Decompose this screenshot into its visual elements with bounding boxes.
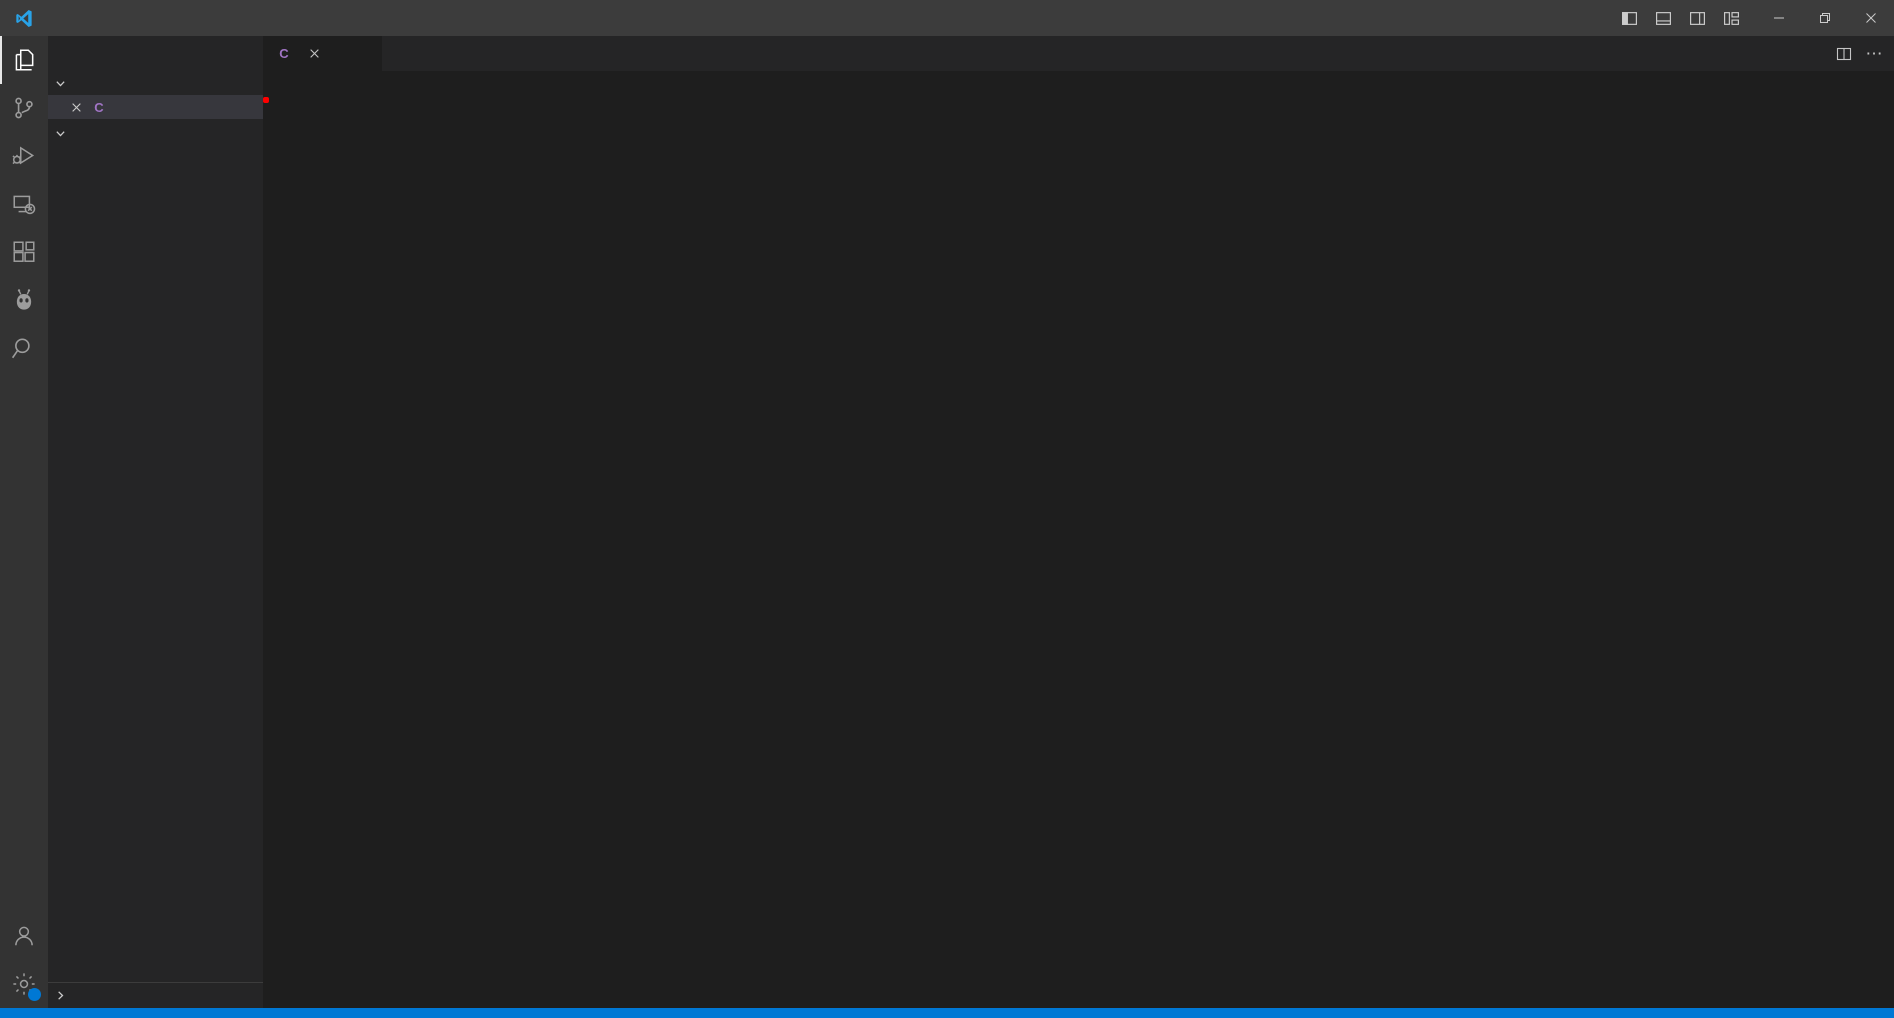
editor-actions[interactable]: ⋯ (1836, 36, 1894, 71)
menu-terminal[interactable] (190, 14, 214, 22)
run-debug-icon (12, 146, 35, 165)
explorer-sidebar: C (48, 36, 263, 1008)
open-editor-item[interactable]: C (48, 95, 263, 119)
menu-bar[interactable] (46, 14, 238, 22)
menu-run[interactable] (166, 14, 190, 22)
chevron-down-icon (52, 128, 69, 139)
activity-remote-explorer[interactable] (0, 180, 48, 228)
minimize-button[interactable] (1756, 0, 1802, 36)
ant-icon (16, 289, 32, 310)
remote-icon (13, 195, 36, 215)
source-control-icon (15, 97, 33, 119)
activity-explorer[interactable] (0, 36, 48, 84)
activity-search[interactable] (0, 324, 48, 372)
menu-selection[interactable] (94, 14, 118, 22)
search-icon (11, 338, 30, 359)
toggle-panel-icon[interactable] (1646, 3, 1680, 33)
activity-platformio[interactable] (0, 276, 48, 324)
menu-go[interactable] (142, 14, 166, 22)
account-icon (15, 926, 33, 946)
title-bar (0, 0, 1894, 36)
activity-manage[interactable] (0, 960, 48, 1008)
activity-source-control[interactable] (0, 84, 48, 132)
files-icon (15, 49, 34, 71)
chevron-down-icon (52, 78, 69, 89)
minimap[interactable] (1781, 97, 1876, 1008)
restore-button[interactable] (1802, 0, 1848, 36)
editor-tabs: C ⋯ (263, 36, 1894, 71)
timeline-section[interactable] (48, 982, 263, 1008)
activity-bar (0, 36, 48, 1008)
menu-view[interactable] (118, 14, 142, 22)
menu-help[interactable] (214, 14, 238, 22)
file-tree[interactable] (48, 145, 263, 982)
chevron-right-icon (52, 990, 69, 1001)
toggle-secondary-sidebar-icon[interactable] (1680, 3, 1714, 33)
project-root-row[interactable] (48, 121, 263, 145)
editor-group: C ⋯ (263, 36, 1894, 1008)
close-icon[interactable] (68, 102, 84, 113)
more-actions-icon[interactable]: ⋯ (1866, 45, 1885, 62)
vscode-logo-icon (0, 8, 46, 29)
activity-run-and-debug[interactable] (0, 132, 48, 180)
tab-w5500-conf-h[interactable]: C (263, 36, 383, 71)
code-editor[interactable] (263, 97, 1894, 1008)
sidebar-header (48, 36, 263, 71)
c-header-icon: C (279, 46, 289, 61)
customize-layout-icon[interactable] (1714, 3, 1748, 33)
workbench: C C ⋯ (0, 36, 1894, 1008)
manage-badge (28, 988, 41, 1001)
editor-scrollbar[interactable] (1876, 97, 1894, 1008)
extensions-icon (13, 241, 35, 262)
menu-edit[interactable] (70, 14, 94, 22)
split-editor-icon[interactable] (1836, 46, 1852, 62)
activity-accounts[interactable] (0, 912, 48, 960)
toggle-primary-sidebar-icon[interactable] (1612, 3, 1646, 33)
title-bar-right (1612, 0, 1894, 36)
status-bar[interactable] (0, 1008, 1894, 1018)
vscode-window: C C ⋯ (0, 0, 1894, 1018)
close-button[interactable] (1848, 0, 1894, 36)
close-icon[interactable] (305, 48, 323, 59)
activity-extensions[interactable] (0, 228, 48, 276)
breadcrumb[interactable] (263, 71, 1894, 97)
layout-controls[interactable] (1612, 3, 1748, 33)
c-header-icon: C (94, 99, 104, 115)
open-editors-section[interactable] (48, 71, 263, 95)
menu-file[interactable] (46, 14, 70, 22)
code-content[interactable] (263, 97, 1894, 1008)
